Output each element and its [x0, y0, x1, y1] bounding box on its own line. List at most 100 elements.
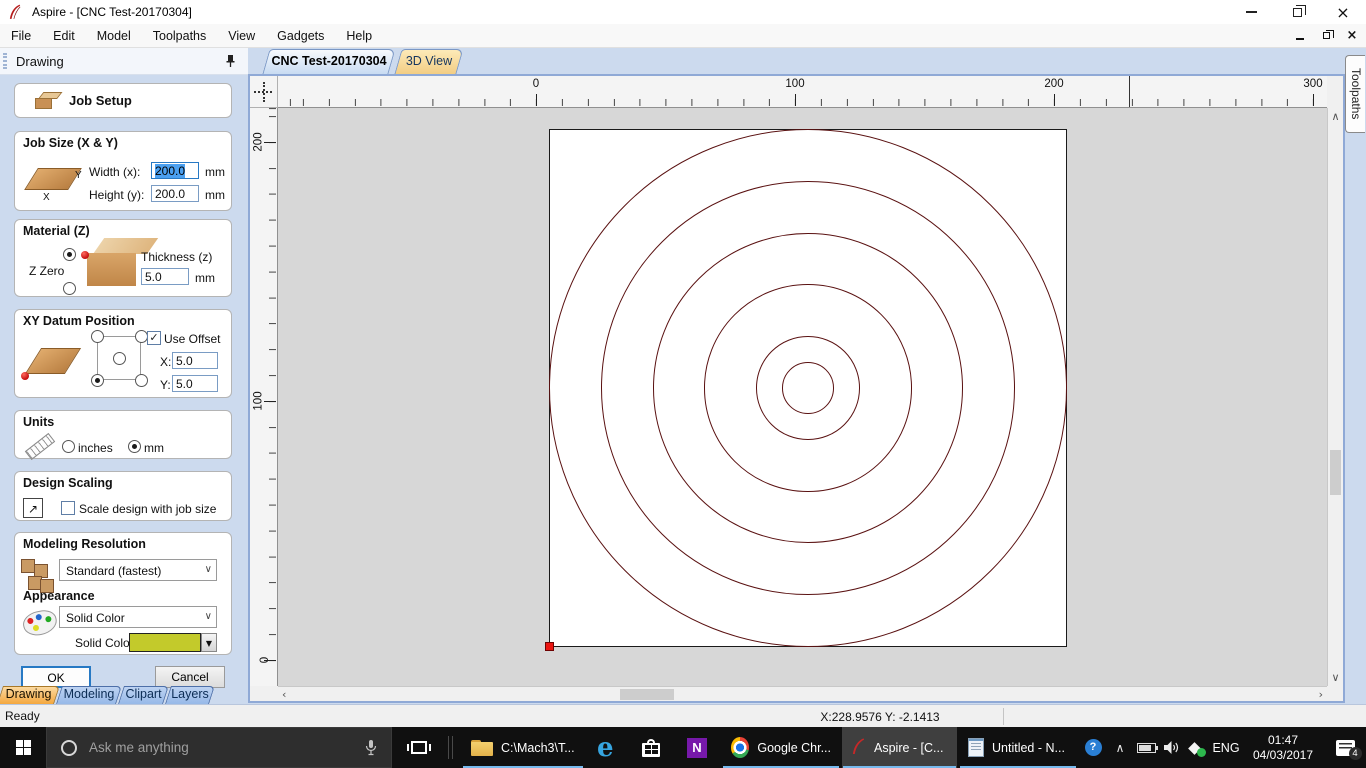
taskbar-app-chrome[interactable]: Google Chr... [722, 727, 840, 768]
language-indicator[interactable]: ENG [1209, 727, 1243, 768]
date-label: 04/03/2017 [1253, 748, 1313, 763]
taskbar-app-edge[interactable]: e [588, 727, 630, 768]
scroll-right-arrow[interactable]: › [1319, 688, 1323, 701]
taskbar-separator [448, 736, 449, 759]
menu-view[interactable]: View [217, 25, 266, 47]
job-size-title: Job Size (X & Y) [23, 136, 118, 150]
taskbar-app-notepad[interactable]: Untitled - N... [959, 727, 1077, 768]
panel-tab-clipart[interactable]: Clipart [121, 686, 166, 704]
job-setup-header[interactable]: Job Setup [14, 83, 232, 118]
height-label: Height (y): [89, 188, 144, 202]
mdi-restore-button[interactable] [1318, 27, 1334, 43]
language-label: ENG [1212, 741, 1239, 755]
start-button[interactable] [0, 727, 46, 768]
ok-button[interactable]: OK [21, 666, 91, 688]
datum-top-left-radio[interactable] [91, 330, 104, 343]
appearance-dropdown[interactable]: Solid Color∨ [59, 606, 217, 628]
mdi-minimize-button[interactable] [1292, 27, 1308, 43]
notepad-icon [968, 738, 984, 757]
taskbar-app-file-explorer[interactable]: C:\Mach3\T... [462, 727, 584, 768]
datum-marker[interactable] [545, 642, 554, 651]
taskbar-app-onenote[interactable]: N [678, 727, 720, 768]
toolpaths-tab[interactable]: Toolpaths [1345, 55, 1365, 133]
scale-design-checkbox[interactable] [61, 501, 75, 515]
datum-bottom-left-radio[interactable] [91, 374, 104, 387]
datum-sheet-icon [25, 348, 81, 374]
thickness-input[interactable]: 5.0 [141, 268, 189, 285]
datum-center-radio[interactable] [113, 352, 126, 365]
job-size-section: Job Size (X & Y) X Y Width (x): 200.0 mm… [14, 131, 232, 211]
right-strip: Toolpaths [1345, 48, 1366, 703]
menu-help[interactable]: Help [335, 25, 383, 47]
chevron-down-icon: ∨ [205, 564, 212, 575]
job-size-y-axis-label: Y [75, 170, 82, 181]
drawing-canvas[interactable] [278, 108, 1327, 686]
panel-tab-modeling[interactable]: Modeling [59, 686, 119, 704]
help-tray-button[interactable]: ? [1080, 727, 1106, 768]
height-input[interactable]: 200.0 [151, 185, 199, 202]
xy-datum-section: XY Datum Position ✓ Use Offset X: 5.0 Y:… [14, 309, 232, 398]
datum-origin-dot [21, 372, 29, 380]
scroll-left-arrow[interactable]: ‹ [282, 688, 286, 701]
clock-tray-button[interactable]: 01:4704/03/2017 [1245, 727, 1321, 768]
vertical-scrollbar[interactable]: ∧ ∨ [1327, 108, 1343, 686]
view-area: CNC Test-201703043D View 0100200300 2001… [248, 48, 1345, 703]
vertical-scroll-thumb[interactable] [1330, 450, 1341, 495]
aspire-logo-icon [8, 4, 22, 20]
offset-x-input[interactable]: 5.0 [172, 352, 218, 369]
notification-badge: 4 [1349, 747, 1362, 760]
panel-title: Drawing [16, 54, 64, 69]
mdi-close-button[interactable]: × [1344, 27, 1360, 43]
material-title: Material (Z) [23, 224, 90, 238]
menu-file[interactable]: File [0, 25, 42, 47]
battery-icon [1137, 743, 1156, 753]
job-size-x-axis-label: X [43, 192, 50, 203]
use-offset-checkbox[interactable]: ✓ [147, 331, 161, 345]
units-mm-radio[interactable] [128, 440, 141, 453]
datum-bottom-right-radio[interactable] [135, 374, 148, 387]
panel-grip[interactable] [3, 53, 7, 69]
zzero-top-radio[interactable] [63, 248, 76, 261]
offset-y-input[interactable]: 5.0 [172, 375, 218, 392]
solid-color-dropdown-button[interactable]: ▼ [201, 633, 217, 652]
width-input[interactable]: 200.0 [151, 162, 199, 179]
menu-toolpaths[interactable]: Toolpaths [142, 25, 218, 47]
menu-gadgets[interactable]: Gadgets [266, 25, 335, 47]
use-offset-label: Use Offset [164, 332, 220, 346]
volume-tray-button[interactable] [1158, 727, 1184, 768]
close-button[interactable]: × [1320, 0, 1366, 24]
teamviewer-tray-button[interactable] [1184, 727, 1210, 768]
resolution-dropdown[interactable]: Standard (fastest)∨ [59, 559, 217, 581]
panel-tab-layers[interactable]: Layers [168, 686, 212, 704]
minimize-button[interactable] [1228, 0, 1274, 24]
horizontal-scrollbar[interactable]: ‹ › [278, 686, 1327, 701]
menu-model[interactable]: Model [86, 25, 142, 47]
solid-color-swatch[interactable] [129, 633, 201, 652]
drawing-circle-r100[interactable] [549, 129, 1067, 647]
view-tab-cnc-test-20170304[interactable]: CNC Test-20170304 [266, 49, 392, 74]
taskbar-app-aspire[interactable]: Aspire - [C... [842, 727, 957, 768]
viewport: 0100200300 2001000 ∧ ∨ ‹ › [248, 74, 1345, 703]
pin-icon[interactable] [225, 54, 236, 68]
store-icon [642, 739, 660, 757]
scroll-up-arrow[interactable]: ∧ [1328, 110, 1343, 123]
panel-tab-drawing[interactable]: Drawing [0, 686, 57, 704]
horizontal-scroll-thumb[interactable] [620, 689, 674, 700]
battery-tray-button[interactable] [1132, 727, 1160, 768]
tray-overflow-button[interactable]: ∧ [1108, 727, 1132, 768]
vertical-ruler: 2001000 [250, 108, 278, 686]
menu-bar: FileEditModelToolpathsViewGadgetsHelp × [0, 24, 1366, 48]
restore-button[interactable] [1274, 0, 1320, 24]
units-inches-radio[interactable] [62, 440, 75, 453]
horizontal-ruler: 0100200300 [278, 76, 1327, 108]
microphone-icon[interactable] [365, 740, 377, 757]
scroll-down-arrow[interactable]: ∨ [1328, 671, 1343, 684]
cancel-button[interactable]: Cancel [155, 666, 225, 688]
action-center-button[interactable]: 4 [1328, 727, 1362, 768]
view-tab-3d-view[interactable]: 3D View [398, 49, 460, 74]
taskbar-app-store[interactable] [633, 727, 675, 768]
menu-edit[interactable]: Edit [42, 25, 86, 47]
zzero-bottom-radio[interactable] [63, 282, 76, 295]
task-view-button[interactable] [398, 727, 440, 768]
cortana-search-box[interactable]: Ask me anything [46, 727, 392, 768]
